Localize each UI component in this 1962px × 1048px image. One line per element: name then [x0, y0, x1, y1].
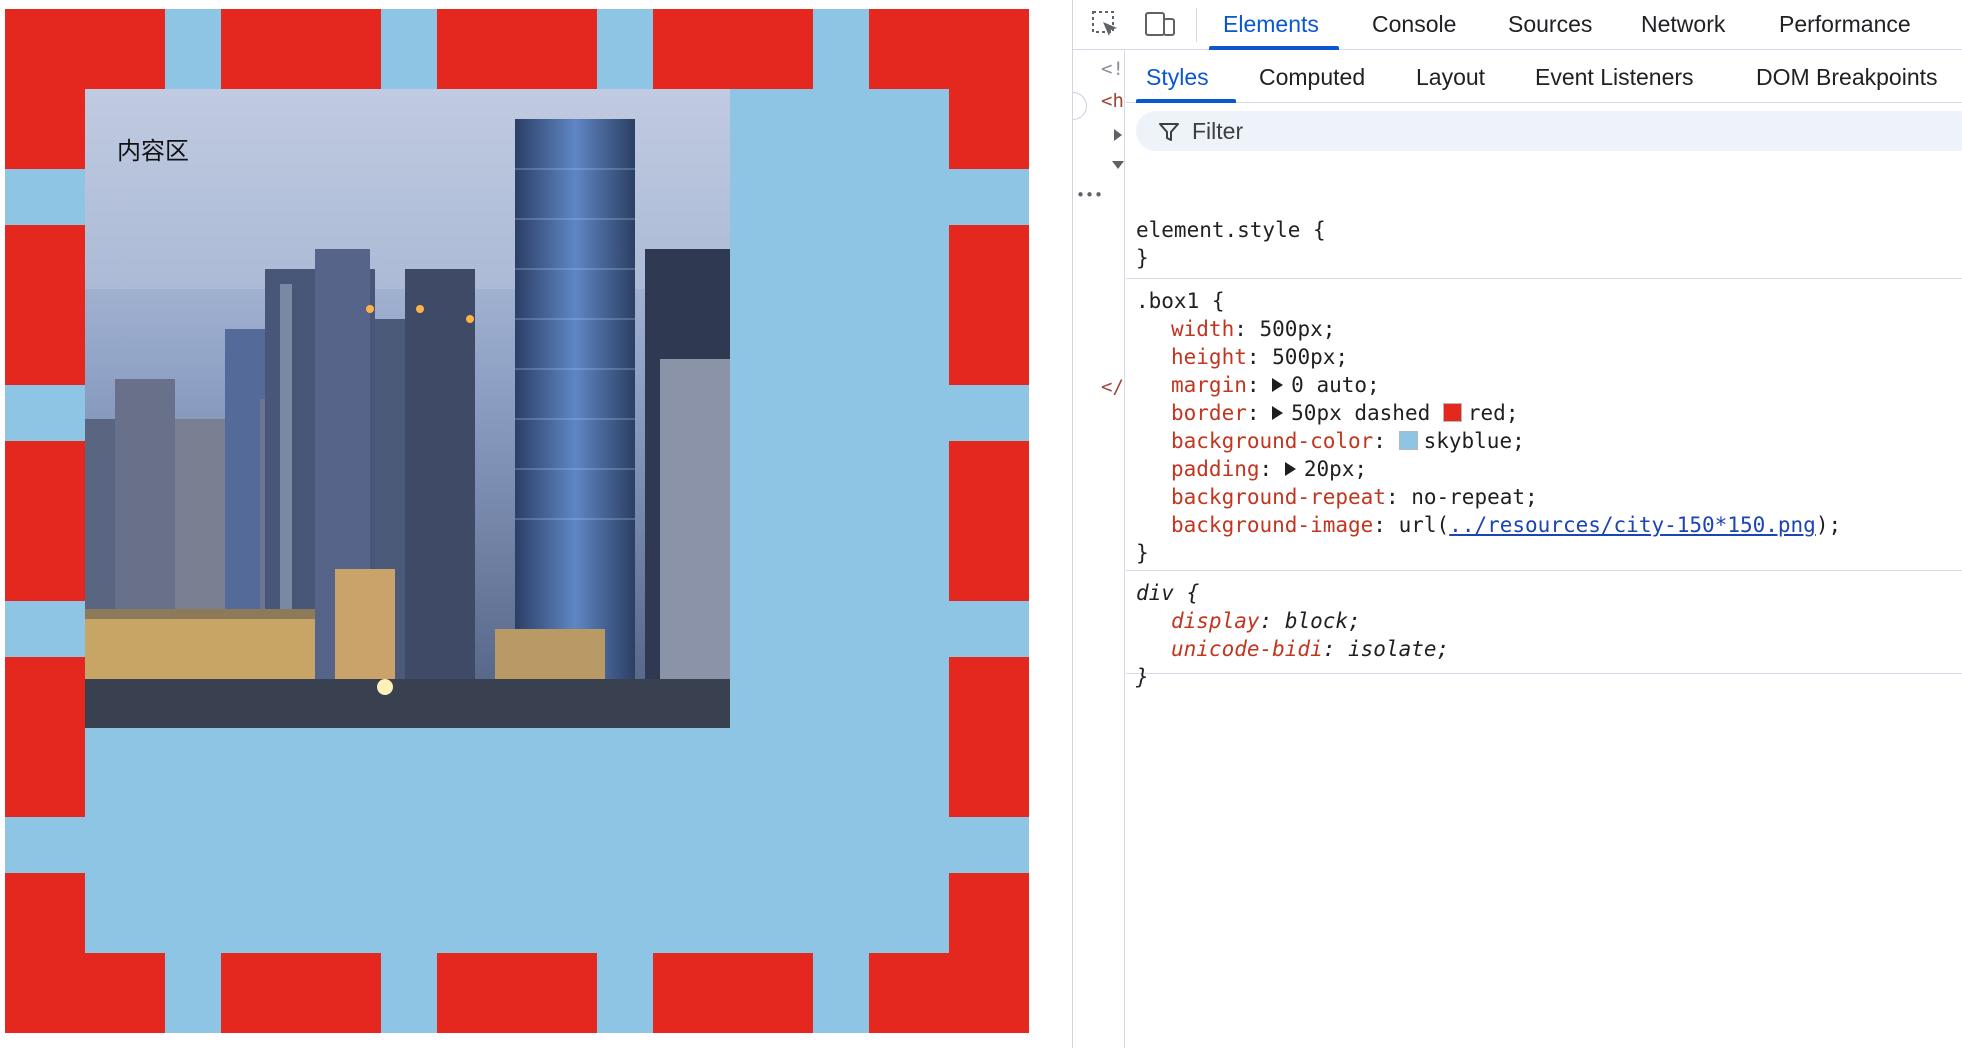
tab-computed[interactable]: Computed — [1259, 64, 1365, 91]
rule-close-brace: } — [1136, 541, 1149, 565]
declaration-padding[interactable]: padding: 20px; — [1171, 457, 1367, 481]
border-dash-top-4 — [653, 9, 813, 89]
rule-close-brace: } — [1136, 665, 1149, 689]
toolbar-divider — [1196, 8, 1197, 42]
property-value: 500px; — [1259, 317, 1336, 341]
property-name: height — [1171, 345, 1247, 369]
styles-pane: Styles Computed Layout Event Listeners D… — [1126, 50, 1962, 1048]
declaration-border[interactable]: border: 50px dashed red; — [1171, 401, 1518, 425]
styles-filter-input[interactable]: Filter — [1136, 111, 1962, 151]
property-name: background-repeat — [1171, 485, 1386, 509]
declaration-height[interactable]: height: 500px; — [1171, 345, 1348, 369]
property-value: 0 auto; — [1291, 373, 1380, 397]
border-dash-top-2 — [221, 9, 381, 89]
tab-layout[interactable]: Layout — [1416, 64, 1485, 91]
tab-network[interactable]: Network — [1641, 11, 1725, 38]
city-skyline-illustration — [85, 89, 730, 728]
border-dash-right-4 — [949, 657, 1029, 817]
doctype-node[interactable]: <! — [1101, 58, 1124, 80]
filter-icon — [1159, 123, 1179, 141]
declaration-background-color[interactable]: background-color: skyblue; — [1171, 429, 1525, 453]
property-value: isolate; — [1348, 637, 1450, 661]
declaration-margin[interactable]: margin: 0 auto; — [1171, 373, 1380, 397]
collapse-handle[interactable] — [1073, 92, 1087, 120]
box1-element[interactable]: 内容区 — [5, 9, 1029, 1033]
content-area-label: 内容区 — [117, 137, 189, 165]
html-node[interactable]: <h — [1101, 90, 1124, 112]
url-function: url( — [1398, 513, 1450, 537]
tab-dom-breakpoints[interactable]: DOM Breakpoints — [1756, 64, 1938, 91]
border-dash-left-4 — [5, 657, 85, 817]
property-name: display — [1171, 609, 1260, 633]
declaration-background-image[interactable]: background-image: url(../resources/city-… — [1171, 513, 1841, 537]
border-dash-bottom-3 — [437, 953, 597, 1033]
border-dash-left-2 — [5, 225, 85, 385]
sidebar-tab-bar: Styles Computed Layout Event Listeners D… — [1126, 50, 1962, 103]
property-name: unicode-bidi — [1171, 637, 1323, 661]
property-name: padding — [1171, 457, 1260, 481]
color-swatch-icon[interactable] — [1398, 431, 1418, 450]
rule-close-brace: } — [1136, 246, 1149, 270]
declaration-unicode-bidi: unicode-bidi: isolate; — [1171, 637, 1450, 661]
property-value: 20px; — [1303, 457, 1368, 481]
city-background-image — [85, 89, 730, 728]
border-dash-top-3 — [437, 9, 597, 89]
expand-shorthand-icon[interactable] — [1272, 378, 1284, 392]
rule-box1[interactable]: .box1 { width: 500px; height: 500px; mar… — [1126, 278, 1962, 570]
tab-styles[interactable]: Styles — [1146, 64, 1209, 91]
border-dash-right-3 — [949, 441, 1029, 601]
collapse-arrow-icon[interactable] — [1111, 160, 1125, 170]
expand-shorthand-icon[interactable] — [1284, 462, 1296, 476]
property-value: no-repeat; — [1411, 485, 1538, 509]
property-name: background-image — [1171, 513, 1374, 537]
expand-shorthand-icon[interactable] — [1272, 406, 1284, 420]
rule-selector: .box1 { — [1136, 289, 1225, 313]
declaration-background-repeat[interactable]: background-repeat: no-repeat; — [1171, 485, 1538, 509]
property-value: skyblue; — [1423, 429, 1525, 453]
devtools-panel: Elements Console Sources Network Perform… — [1072, 0, 1962, 1048]
rule-div-user-agent[interactable]: div { display: block; unicode-bidi: isol… — [1126, 570, 1962, 689]
border-dash-right-5 — [949, 873, 1029, 1033]
border-dash-right-1 — [949, 9, 1029, 169]
property-name: width — [1171, 317, 1235, 341]
border-dash-left-5 — [5, 873, 85, 1033]
property-value: 50px dashed — [1291, 401, 1431, 425]
declaration-display: display: block; — [1171, 609, 1361, 633]
rule-element-style[interactable]: element.style { } — [1126, 206, 1962, 278]
closing-tag-node[interactable]: </ — [1101, 376, 1124, 398]
inspect-element-icon[interactable] — [1089, 8, 1123, 42]
page-preview: 内容区 — [0, 0, 1070, 1048]
more-options-icon[interactable]: ••• — [1076, 186, 1103, 204]
tab-elements[interactable]: Elements — [1223, 11, 1319, 38]
border-dash-right-2 — [949, 225, 1029, 385]
tab-event-listeners[interactable]: Event Listeners — [1535, 64, 1694, 91]
device-toolbar-icon[interactable] — [1143, 8, 1177, 42]
border-dash-bottom-4 — [653, 953, 813, 1033]
color-swatch-icon[interactable] — [1442, 403, 1462, 422]
tab-performance[interactable]: Performance — [1779, 11, 1911, 38]
rule-selector: element.style { — [1136, 218, 1326, 242]
property-name: margin — [1171, 373, 1247, 397]
property-name: border — [1171, 401, 1247, 425]
filter-placeholder: Filter — [1192, 118, 1244, 144]
property-value: 500px; — [1272, 345, 1349, 369]
tab-sources[interactable]: Sources — [1508, 11, 1592, 38]
property-value-color: red; — [1467, 401, 1519, 425]
declaration-width[interactable]: width: 500px; — [1171, 317, 1335, 341]
property-name: background-color — [1171, 429, 1374, 453]
active-subtab-indicator — [1136, 99, 1236, 103]
border-dash-left-3 — [5, 441, 85, 601]
url-function-close: ); — [1815, 513, 1842, 537]
tab-console[interactable]: Console — [1372, 11, 1456, 38]
rule-selector: div { — [1136, 581, 1200, 605]
devtools-top-tab-bar: Elements Console Sources Network Perform… — [1073, 0, 1962, 50]
property-value: block; — [1284, 609, 1361, 633]
border-dash-bottom-2 — [221, 953, 381, 1033]
elements-tree-gutter: <! <h ••• </ — [1073, 50, 1125, 1048]
border-dash-left-1 — [5, 9, 85, 169]
expand-arrow-icon[interactable] — [1113, 128, 1123, 142]
resource-link[interactable]: ../resources/city-150*150.png — [1449, 513, 1816, 537]
